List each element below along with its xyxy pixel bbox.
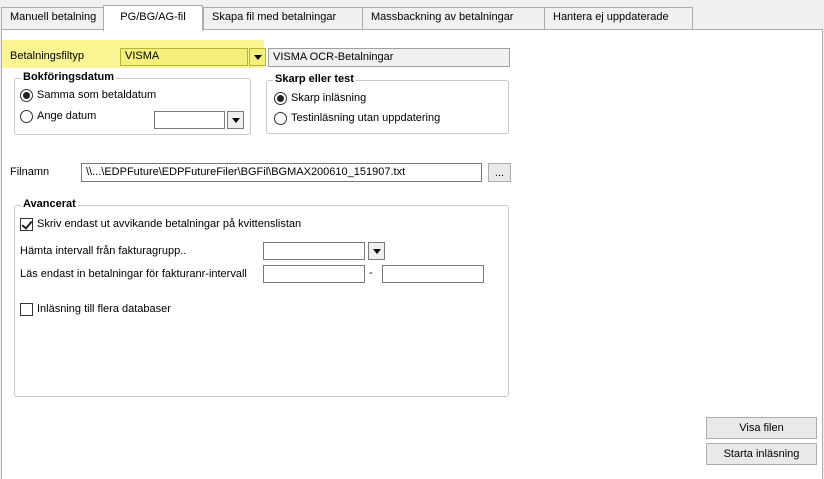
radio-test-label: Testinläsning utan uppdatering bbox=[291, 112, 441, 124]
chevron-down-icon bbox=[231, 117, 240, 123]
multi-db-label: Inläsning till flera databaser bbox=[37, 303, 171, 315]
invoice-from-input[interactable] bbox=[263, 265, 365, 283]
checkbox-only-deviating[interactable] bbox=[20, 218, 33, 231]
invoice-range-label: Läs endast in betalningar för fakturanr-… bbox=[20, 268, 247, 280]
radio-ange-datum-label: Ange datum bbox=[37, 110, 97, 122]
interval-group-dropdown-button[interactable] bbox=[368, 242, 385, 260]
tab-pg-bg-ag-fil[interactable]: PG/BG/AG-fil bbox=[103, 5, 203, 31]
filename-input[interactable]: \\...\EDPFuture\EDPFutureFiler\BGFil\BGM… bbox=[81, 163, 482, 182]
only-deviating-label: Skriv endast ut avvikande betalningar på… bbox=[37, 218, 302, 230]
filetype-select[interactable]: VISMA bbox=[120, 48, 248, 66]
interval-group-label: Hämta intervall från fakturagrupp.. bbox=[20, 245, 187, 257]
tab-skapa-fil[interactable]: Skapa fil med betalningar bbox=[203, 7, 363, 29]
filetype-label: Betalningsfiltyp bbox=[10, 50, 84, 62]
tab-bar: Manuell betalning PG/BG/AG-fil Skapa fil… bbox=[0, 0, 824, 31]
chevron-down-icon bbox=[372, 248, 381, 254]
tab-hantera-ej-uppdaterade[interactable]: Hantera ej uppdaterade bbox=[544, 7, 693, 29]
invoice-to-input[interactable] bbox=[382, 265, 484, 283]
radio-ange-datum[interactable] bbox=[20, 110, 33, 123]
range-separator: - bbox=[369, 267, 373, 279]
avancerat-title: Avancerat bbox=[21, 198, 78, 210]
avancerat-group: Avancerat bbox=[14, 198, 509, 397]
show-file-button[interactable]: Visa filen bbox=[706, 417, 817, 439]
radio-samma-label: Samma som betaldatum bbox=[37, 89, 157, 101]
radio-skarp-inlasning[interactable] bbox=[274, 92, 287, 105]
interval-group-input[interactable] bbox=[263, 242, 365, 260]
tab-manuell-betalning[interactable]: Manuell betalning bbox=[1, 7, 104, 29]
filetype-description: VISMA OCR-Betalningar bbox=[268, 48, 510, 67]
checkbox-multi-db[interactable] bbox=[20, 303, 33, 316]
radio-testinlasning[interactable] bbox=[274, 112, 287, 125]
filename-label: Filnamn bbox=[10, 166, 50, 178]
skarp-eller-test-title: Skarp eller test bbox=[273, 73, 356, 85]
bokforingsdatum-title: Bokföringsdatum bbox=[21, 71, 117, 83]
filetype-dropdown-button[interactable] bbox=[249, 48, 266, 66]
date-input[interactable] bbox=[154, 111, 225, 129]
radio-samma-som-betaldatum[interactable] bbox=[20, 89, 33, 102]
chevron-down-icon bbox=[253, 54, 262, 60]
skarp-eller-test-group: Skarp eller test bbox=[266, 73, 509, 134]
date-dropdown-button[interactable] bbox=[227, 111, 244, 129]
radio-skarp-label: Skarp inläsning bbox=[291, 92, 367, 104]
browse-button[interactable]: ... bbox=[488, 163, 511, 182]
tab-massbackning[interactable]: Massbackning av betalningar bbox=[362, 7, 545, 29]
start-import-button[interactable]: Starta inläsning bbox=[706, 443, 817, 465]
